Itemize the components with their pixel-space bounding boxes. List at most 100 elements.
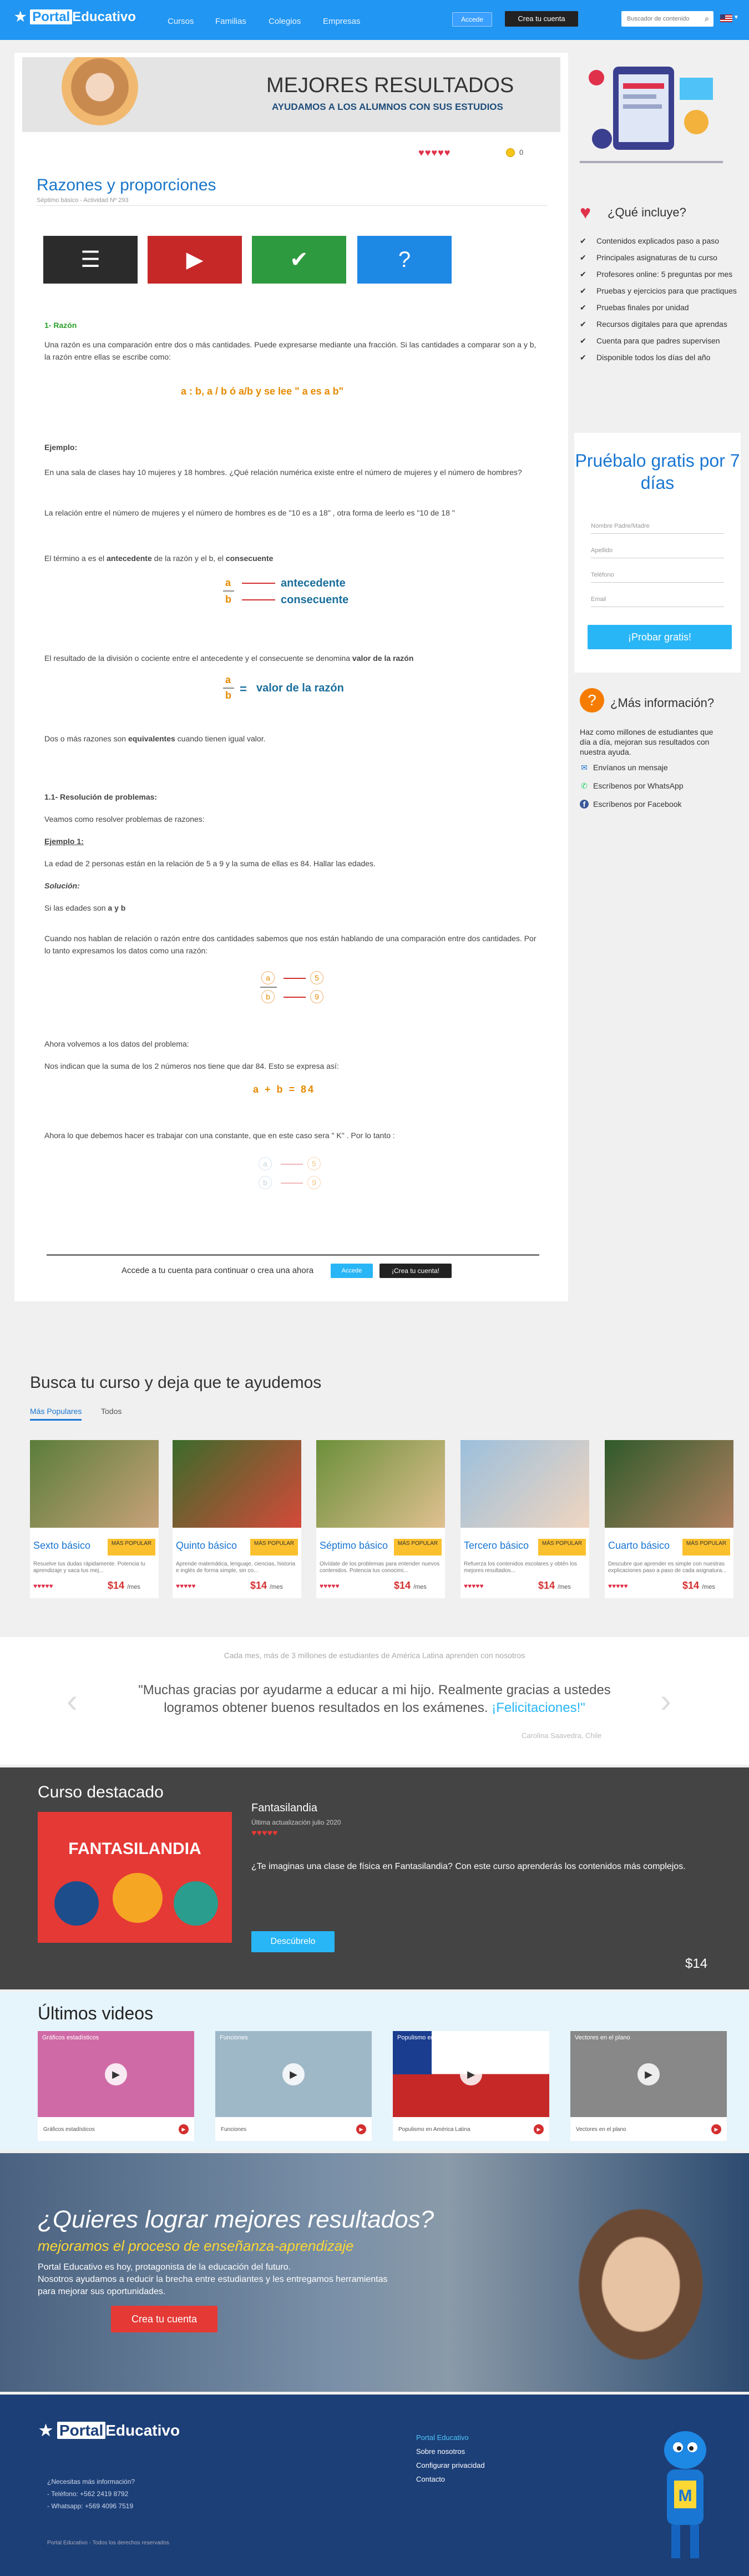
- phone-field[interactable]: Teléfono: [591, 564, 724, 583]
- create-account-button[interactable]: Crea tu cuenta: [505, 11, 578, 27]
- course-name: Quinto básico: [176, 1540, 237, 1551]
- course-image: [460, 1440, 589, 1528]
- course-price: $14 /mes: [538, 1580, 571, 1591]
- chevron-right-icon[interactable]: ›: [660, 1681, 671, 1720]
- footer: ★ Portal Educativo ¿Necesitas más informa…: [0, 2395, 749, 2576]
- cta-title: ¿Quieres lograr mejores resultados?: [38, 2206, 434, 2233]
- chevron-down-icon[interactable]: ▼: [733, 14, 739, 21]
- top-navbar: ★ Portal Educativo Cursos Familias Colegi…: [0, 0, 749, 40]
- nav-familias[interactable]: Familias: [215, 17, 246, 26]
- planet-icon: [54, 1881, 99, 1926]
- course-price: $14 /mes: [250, 1580, 283, 1591]
- tab-preguntas[interactable]: ?: [357, 236, 452, 284]
- message-link[interactable]: ✉ Envíanos un mensaje: [580, 763, 672, 772]
- courses-title: Busca tu curso y deja que te ayudemos: [30, 1373, 322, 1392]
- rating-hearts: ♥♥♥♥♥: [176, 1582, 196, 1590]
- course-name: Tercero básico: [464, 1540, 529, 1551]
- footer-link[interactable]: Sobre nosotros: [416, 2447, 465, 2456]
- login-button[interactable]: Accede: [452, 12, 492, 27]
- search-input[interactable]: Buscador de contenido ⌕: [621, 11, 713, 27]
- list-item: Profesores online: 5 preguntas por mes: [580, 269, 741, 279]
- featured-image[interactable]: FANTASILANDIA: [38, 1812, 232, 1943]
- footer-whatsapp[interactable]: - Whatsapp: +569 4096 7519: [47, 2502, 133, 2510]
- footer-link[interactable]: Configurar privacidad: [416, 2461, 485, 2469]
- check-icon: ✔: [290, 248, 308, 272]
- formula-suma: a + b = 84: [253, 1084, 316, 1095]
- nav-colegios[interactable]: Colegios: [269, 17, 301, 26]
- footer-phone[interactable]: - Teléfono: +562 2419 8792: [47, 2490, 128, 2498]
- testimonial-quote: "Muchas gracias por ayudarme a educar a …: [138, 1683, 611, 1715]
- youtube-icon: ▶: [356, 2124, 366, 2134]
- whatsapp-link[interactable]: ✆ Escríbenos por WhatsApp: [580, 781, 688, 791]
- chat-icon: ✉: [581, 763, 588, 772]
- rating-hearts: ♥♥♥♥♥: [33, 1582, 53, 1590]
- tab-video[interactable]: ▶: [148, 236, 242, 284]
- video-caption: Vectores en el plano: [576, 2127, 626, 2133]
- video-card[interactable]: Populismo en América Latina ▶ Populismo …: [393, 2031, 549, 2141]
- paragraph: La edad de 2 personas están en la relaci…: [44, 859, 376, 868]
- heart-icon: ♥: [580, 202, 591, 223]
- course-card[interactable]: Sexto básico MÁS POPULAR Resuelve tus du…: [30, 1440, 159, 1598]
- course-card[interactable]: Cuarto básico MÁS POPULAR Descubre que a…: [605, 1440, 733, 1598]
- prompt-text: Accede a tu cuenta para continuar o crea…: [122, 1266, 314, 1275]
- course-desc: Descubre que aprender es simple con nues…: [608, 1561, 727, 1574]
- facebook-icon: f: [580, 800, 589, 809]
- paragraph: Veamos como resolver problemas de razone…: [44, 815, 205, 824]
- tab-contenido[interactable]: ☰: [43, 236, 138, 284]
- popular-badge: MÁS POPULAR: [250, 1539, 298, 1555]
- search-icon[interactable]: ⌕: [705, 14, 709, 23]
- footer-logo[interactable]: ★ Portal Educativo: [39, 2421, 180, 2439]
- list-item: Pruebas y ejercicios para que practiques: [580, 286, 741, 296]
- testimonial-author: Carolina Saavedra, Chile: [522, 1731, 602, 1740]
- promo-banner[interactable]: MEJORES RESULTADOS AYUDAMOS A LOS ALUMNO…: [22, 57, 560, 132]
- cta-create-button[interactable]: Crea tu cuenta: [111, 2306, 217, 2332]
- more-info-title: ¿Más información?: [610, 696, 715, 710]
- play-icon[interactable]: ▶: [460, 2063, 482, 2085]
- nav-empresas[interactable]: Empresas: [323, 17, 361, 26]
- surname-field[interactable]: Apellido: [591, 539, 724, 558]
- us-flag-icon[interactable]: [720, 14, 732, 22]
- tab-ejercicios[interactable]: ✔: [252, 236, 346, 284]
- chevron-left-icon[interactable]: ‹: [67, 1681, 78, 1720]
- nav-cursos[interactable]: Cursos: [168, 17, 194, 26]
- tab-popular[interactable]: Más Populares: [30, 1407, 82, 1421]
- parent-name-field[interactable]: Nombre Padre/Madre: [591, 515, 724, 534]
- testimonial-section: Cada mes, más de 3 millones de estudiant…: [0, 1637, 749, 1765]
- prompt-create-button[interactable]: ¡Crea tu cuenta!: [379, 1264, 452, 1278]
- course-card[interactable]: Quinto básico MÁS POPULAR Aprende matemá…: [173, 1440, 301, 1598]
- youtube-icon: ▶: [711, 2124, 721, 2134]
- video-card[interactable]: Gráficos estadísticos ▶ Gráficos estadís…: [38, 2031, 194, 2141]
- tab-all[interactable]: Todos: [101, 1407, 122, 1416]
- play-icon[interactable]: ▶: [637, 2063, 660, 2085]
- paragraph: Ahora lo que debemos hacer es trabajar c…: [44, 1131, 395, 1140]
- featured-title: Curso destacado: [38, 1783, 164, 1801]
- rating-hearts: ♥♥♥♥♥: [320, 1582, 340, 1590]
- video-card[interactable]: Vectores en el plano ▶ Vectores en el pl…: [570, 2031, 727, 2141]
- discover-button[interactable]: Descúbrelo: [251, 1931, 335, 1952]
- video-label: Populismo en América Latina: [397, 2034, 477, 2041]
- play-icon: ▶: [186, 248, 204, 272]
- character-icon: [113, 1873, 163, 1923]
- email-field[interactable]: Email: [591, 588, 724, 607]
- try-free-button[interactable]: ¡Probar gratis!: [588, 625, 732, 649]
- video-caption: Populismo en América Latina: [398, 2127, 470, 2133]
- footer-link[interactable]: Contacto: [416, 2475, 445, 2483]
- robot-mascot-icon: M: [664, 2431, 706, 2558]
- site-logo[interactable]: ★ Portal Educativo: [14, 9, 136, 25]
- course-name: Séptimo básico: [320, 1540, 388, 1551]
- course-card[interactable]: Séptimo básico MÁS POPULAR Olvídate de l…: [316, 1440, 445, 1598]
- lesson-panel: MEJORES RESULTADOS AYUDAMOS A LOS ALUMNO…: [14, 53, 568, 1301]
- list-item: Principales asignaturas de tu curso: [580, 252, 741, 262]
- facebook-link[interactable]: f Escríbenos por Facebook: [580, 800, 686, 809]
- page-subtitle: Séptimo básico - Actividad Nº 293: [37, 197, 129, 204]
- footer-link[interactable]: Portal Educativo: [416, 2433, 469, 2442]
- course-name: Sexto básico: [33, 1540, 91, 1551]
- prompt-login-button[interactable]: Accede: [331, 1264, 373, 1278]
- featured-course-section: Curso destacado FANTASILANDIA Fantasilan…: [0, 1767, 749, 1989]
- video-card[interactable]: Funciones ▶ Funciones ▶: [215, 2031, 372, 2141]
- play-icon[interactable]: ▶: [105, 2063, 127, 2085]
- course-card[interactable]: Tercero básico MÁS POPULAR Refuerza los …: [460, 1440, 589, 1598]
- banner-title: MEJORES RESULTADOS: [266, 74, 514, 97]
- course-desc: Refuerza los contenidos escolares y obté…: [464, 1561, 578, 1574]
- play-icon[interactable]: ▶: [282, 2063, 305, 2085]
